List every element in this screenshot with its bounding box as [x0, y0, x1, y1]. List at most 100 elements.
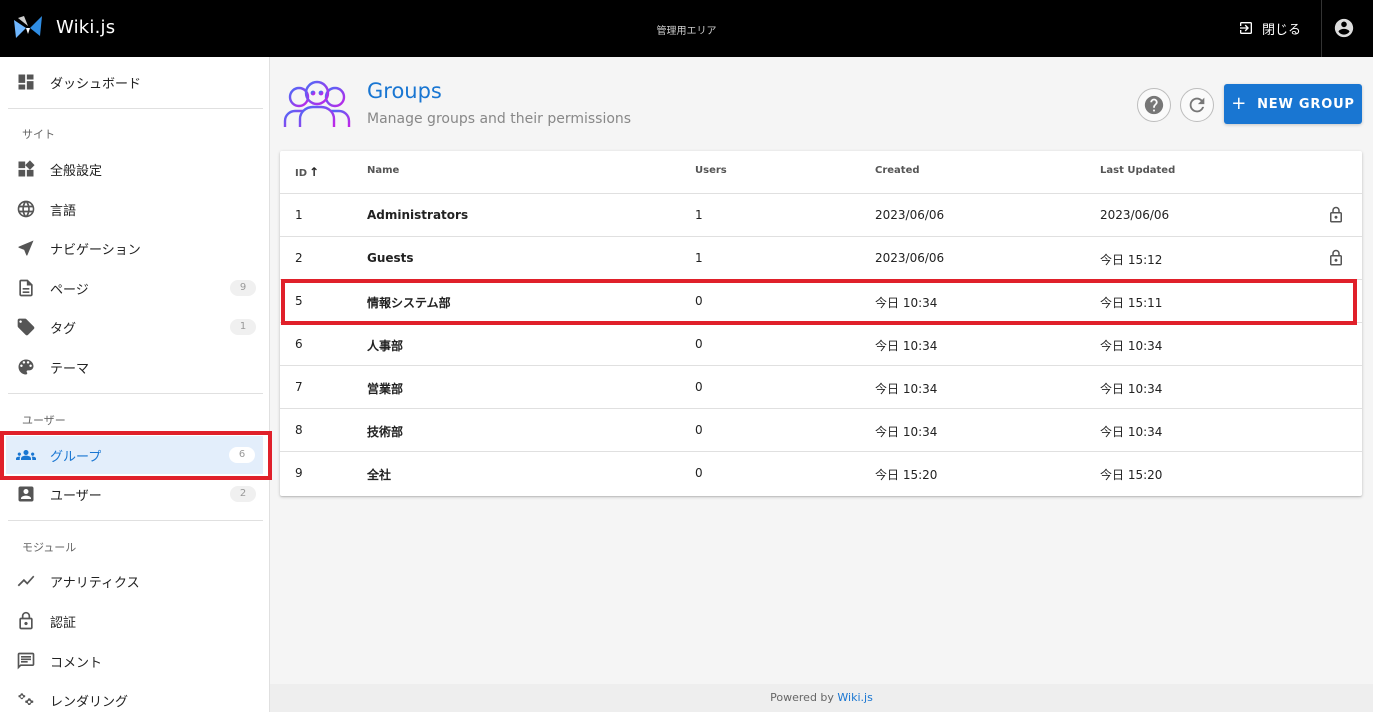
cell-name: 情報システム部 — [367, 296, 451, 310]
sidebar-item-label: ユーザー — [50, 488, 102, 504]
cell-name: 人事部 — [367, 339, 404, 353]
groups-table: ID ↑ Name Users Created Last Updated 1 Adm… — [280, 151, 1362, 496]
cell-updated: 今日 10:34 — [1100, 382, 1163, 396]
admin-area-title: 管理用エリア — [656, 26, 717, 37]
sidebar-item-theme[interactable]: テーマ — [0, 348, 269, 386]
user-card-icon — [16, 484, 36, 504]
groups-people-icon — [283, 80, 351, 129]
table-row[interactable]: 1 Administrators 1 2023/06/06 2023/06/06 — [280, 194, 1362, 237]
plus-icon: + — [1231, 93, 1248, 114]
table-row[interactable]: 9 全社 0 今日 15:20 今日 15:20 — [280, 452, 1362, 495]
cell-id: 7 — [295, 380, 303, 394]
section-label-site: サイト — [22, 128, 55, 141]
cell-updated: 今日 10:34 — [1100, 339, 1163, 353]
footer: Powered by Wiki.js — [270, 684, 1373, 712]
sidebar-item-locale[interactable]: 言語 — [0, 190, 269, 228]
close-admin-button[interactable]: 閉じる — [1238, 16, 1301, 40]
sidebar-item-label: タグ — [50, 321, 77, 337]
sidebar-item-rendering[interactable]: レンダリング — [0, 681, 269, 712]
sidebar-item-label: レンダリング — [50, 694, 129, 710]
sidebar-item-auth[interactable]: 認証 — [0, 602, 269, 640]
cell-created: 2023/06/06 — [875, 251, 945, 265]
cell-updated: 今日 10:34 — [1100, 425, 1163, 439]
sidebar-item-label: ページ — [50, 282, 89, 298]
help-icon — [1144, 95, 1164, 115]
cell-created: 2023/06/06 — [875, 208, 945, 222]
lock-icon — [1327, 206, 1345, 224]
count-badge: 6 — [229, 447, 255, 463]
section-label-modules: モジュール — [22, 541, 77, 554]
sidebar-divider — [8, 520, 263, 521]
cell-id: 1 — [295, 208, 303, 222]
footer-wikijs-link[interactable]: Wiki.js — [837, 691, 872, 704]
cell-users: 0 — [695, 337, 703, 351]
refresh-button[interactable] — [1180, 88, 1214, 122]
cell-updated: 今日 15:11 — [1100, 296, 1163, 310]
page-subtitle: Manage groups and their permissions — [367, 111, 632, 127]
table-row[interactable]: 2 Guests 1 2023/06/06 今日 15:12 — [280, 237, 1362, 280]
sidebar-item-navigation[interactable]: ナビゲーション — [0, 229, 269, 267]
cell-id: 5 — [295, 294, 303, 308]
sidebar-item-groups[interactable]: グループ 6 — [6, 436, 263, 474]
cell-name: 技術部 — [367, 425, 404, 439]
sidebar-item-dashboard[interactable]: ダッシュボード — [0, 63, 269, 101]
comment-icon — [16, 651, 36, 671]
lock-icon — [1327, 249, 1345, 267]
sidebar-item-comments[interactable]: コメント — [0, 642, 269, 680]
cell-users: 0 — [695, 380, 703, 394]
column-header-name[interactable]: Name — [367, 165, 399, 176]
sort-ascending-icon: ↑ — [309, 165, 320, 179]
column-header-id[interactable]: ID ↑ — [295, 165, 319, 179]
column-header-label: ID — [295, 168, 308, 179]
table-row[interactable]: 5 情報システム部 0 今日 10:34 今日 15:11 — [280, 280, 1362, 323]
cell-id: 9 — [295, 466, 303, 480]
section-label-users: ユーザー — [22, 414, 66, 427]
globe-icon — [16, 199, 36, 219]
count-badge: 2 — [230, 486, 256, 502]
sidebar-item-label: アナリティクス — [50, 575, 140, 591]
dashboard-icon — [16, 72, 36, 92]
sidebar-divider — [8, 393, 263, 394]
cell-users: 0 — [695, 423, 703, 437]
exit-icon — [1240, 22, 1252, 34]
refresh-icon — [1189, 97, 1205, 113]
table-row[interactable]: 6 人事部 0 今日 10:34 今日 10:34 — [280, 323, 1362, 366]
sidebar-item-label: ナビゲーション — [50, 242, 141, 258]
column-header-users[interactable]: Users — [695, 165, 727, 176]
sidebar-item-general[interactable]: 全般設定 — [0, 150, 269, 188]
page-icon — [16, 278, 36, 298]
cell-name: 全社 — [367, 468, 392, 482]
sidebar-item-label: テーマ — [50, 361, 90, 377]
cogs-icon — [16, 690, 36, 710]
cell-name: Guests — [367, 251, 414, 265]
top-divider — [1321, 0, 1322, 57]
group-icon — [16, 445, 36, 465]
new-group-button[interactable]: + NEW GROUP — [1224, 84, 1362, 124]
cell-created: 今日 15:20 — [875, 468, 938, 482]
column-header-created[interactable]: Created — [875, 165, 920, 176]
cell-users: 1 — [695, 208, 703, 222]
sidebar-item-label: 認証 — [50, 615, 77, 631]
sidebar-item-pages[interactable]: ページ 9 — [0, 269, 269, 307]
sidebar-item-label: ダッシュボード — [50, 76, 142, 92]
sidebar-item-users[interactable]: ユーザー 2 — [0, 475, 269, 513]
navigation-arrow-icon — [16, 238, 36, 258]
cell-name: Administrators — [367, 208, 469, 222]
table-row[interactable]: 7 営業部 0 今日 10:34 今日 10:34 — [280, 366, 1362, 409]
table-row[interactable]: 8 技術部 0 今日 10:34 今日 10:34 — [280, 409, 1362, 452]
cell-updated: 今日 15:12 — [1100, 253, 1163, 267]
help-button[interactable] — [1137, 88, 1171, 122]
tag-icon — [16, 317, 36, 337]
count-badge: 1 — [230, 319, 256, 335]
sidebar-item-label: 全般設定 — [50, 163, 103, 179]
widgets-icon — [16, 159, 36, 179]
footer-prefix: Powered by — [770, 691, 834, 704]
cell-users: 0 — [695, 294, 703, 308]
column-header-updated[interactable]: Last Updated — [1100, 165, 1175, 176]
cell-name: 営業部 — [367, 382, 404, 396]
new-group-label: NEW GROUP — [1257, 96, 1355, 112]
cell-updated: 今日 15:20 — [1100, 468, 1163, 482]
sidebar-item-analytics[interactable]: アナリティクス — [0, 562, 269, 600]
sidebar-item-tags[interactable]: タグ 1 — [0, 308, 269, 346]
account-circle-icon[interactable] — [1333, 17, 1355, 39]
